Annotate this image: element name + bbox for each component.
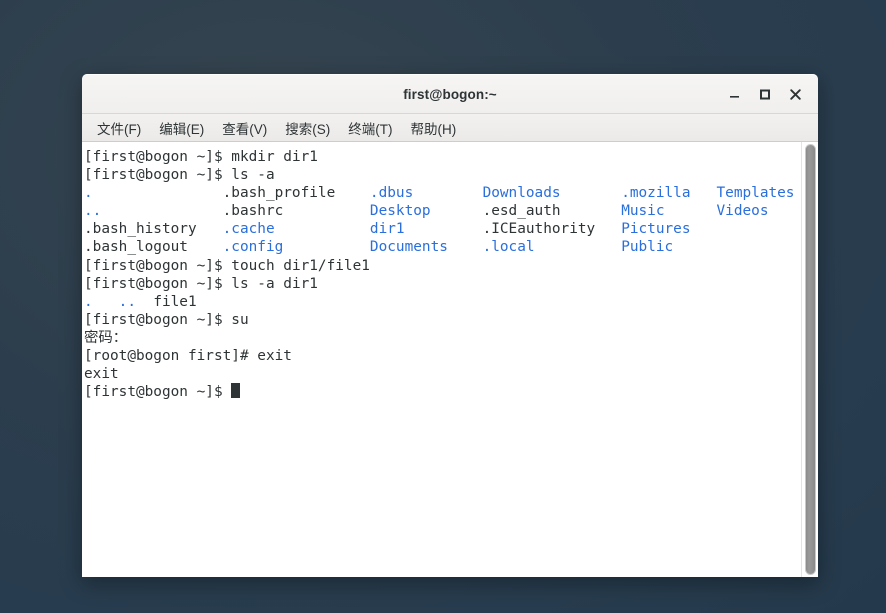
maximize-icon bbox=[759, 88, 771, 100]
terminal-line: . .. file1 bbox=[84, 293, 801, 311]
terminal-line: [first@bogon ~]$ ls -a bbox=[84, 166, 801, 184]
shell-output: exit bbox=[84, 366, 119, 382]
file-entry: Pictures bbox=[621, 221, 716, 237]
file-entry: .local bbox=[483, 239, 622, 255]
terminal-window: first@bogon:~ 文件(F) 编辑(E) 查看(V) 搜索( bbox=[82, 74, 818, 577]
shell-prompt: [first@bogon ~]$ bbox=[84, 258, 231, 274]
terminal-line: [first@bogon ~]$ touch dir1/file1 bbox=[84, 257, 801, 275]
file-entry: .. bbox=[84, 203, 223, 219]
scrollbar-thumb[interactable] bbox=[805, 144, 816, 575]
file-entry: .ICEauthority bbox=[483, 221, 622, 237]
shell-command: su bbox=[231, 312, 248, 328]
menu-edit[interactable]: 编辑(E) bbox=[150, 115, 213, 141]
file-entry: . bbox=[84, 294, 119, 310]
terminal-line: [first@bogon ~]$ mkdir dir1 bbox=[84, 148, 801, 166]
terminal-line: exit bbox=[84, 365, 801, 383]
file-entry: file1 bbox=[153, 294, 196, 310]
terminal-line: .bash_logout .config Documents .local Pu… bbox=[84, 238, 801, 256]
file-entry: .mozilla bbox=[621, 185, 716, 201]
file-entry: .esd_auth bbox=[483, 203, 622, 219]
file-entry: .bash_profile bbox=[223, 185, 370, 201]
shell-prompt: [first@bogon ~]$ bbox=[84, 167, 231, 183]
shell-output: 密码： bbox=[84, 330, 127, 346]
file-entry: Videos bbox=[717, 203, 769, 219]
menu-search[interactable]: 搜索(S) bbox=[276, 115, 339, 141]
file-entry: .bashrc bbox=[223, 203, 370, 219]
file-entry: .bash_logout bbox=[84, 239, 223, 255]
shell-prompt: [first@bogon ~]$ bbox=[84, 312, 231, 328]
close-button[interactable] bbox=[780, 79, 810, 109]
terminal-line: [first@bogon ~]$ su bbox=[84, 311, 801, 329]
terminal-line: .bash_history .cache dir1 .ICEauthority … bbox=[84, 220, 801, 238]
shell-prompt: [first@bogon ~]$ bbox=[84, 276, 231, 292]
minimize-icon bbox=[729, 88, 741, 100]
close-icon bbox=[789, 88, 802, 101]
file-entry: .config bbox=[223, 239, 370, 255]
window-title: first@bogon:~ bbox=[403, 87, 497, 102]
shell-prompt: [first@bogon ~]$ bbox=[84, 384, 231, 400]
menu-terminal[interactable]: 终端(T) bbox=[339, 115, 401, 141]
terminal-line: [first@bogon ~]$ ls -a dir1 bbox=[84, 275, 801, 293]
file-entry: .dbus bbox=[370, 185, 483, 201]
shell-command: ls -a dir1 bbox=[231, 276, 318, 292]
file-entry: . bbox=[84, 185, 223, 201]
file-entry: .cache bbox=[223, 221, 370, 237]
minimize-button[interactable] bbox=[720, 79, 750, 109]
file-entry: Public bbox=[621, 239, 716, 255]
shell-command: mkdir dir1 bbox=[231, 149, 318, 165]
file-entry: dir1 bbox=[370, 221, 483, 237]
shell-prompt: [first@bogon ~]$ bbox=[84, 149, 231, 165]
file-entry: .bash_history bbox=[84, 221, 223, 237]
terminal-body[interactable]: [first@bogon ~]$ mkdir dir1[first@bogon … bbox=[82, 142, 818, 577]
shell-command: exit bbox=[257, 348, 292, 364]
terminal-line: [first@bogon ~]$ bbox=[84, 383, 801, 401]
title-bar[interactable]: first@bogon:~ bbox=[82, 74, 818, 114]
file-entry: Downloads bbox=[483, 185, 622, 201]
menu-view[interactable]: 查看(V) bbox=[213, 115, 276, 141]
terminal-line: 密码： bbox=[84, 329, 801, 347]
window-controls bbox=[720, 75, 810, 113]
menu-file[interactable]: 文件(F) bbox=[88, 115, 150, 141]
terminal-output[interactable]: [first@bogon ~]$ mkdir dir1[first@bogon … bbox=[82, 142, 801, 577]
menu-bar: 文件(F) 编辑(E) 查看(V) 搜索(S) 终端(T) 帮助(H) bbox=[82, 114, 818, 142]
shell-prompt: [root@bogon first]# bbox=[84, 348, 257, 364]
file-entry: .. bbox=[119, 294, 154, 310]
file-entry: Desktop bbox=[370, 203, 483, 219]
file-entry: Templates bbox=[717, 185, 795, 201]
terminal-line: . .bash_profile .dbus Downloads .mozilla… bbox=[84, 184, 801, 202]
file-entry: Music bbox=[621, 203, 716, 219]
shell-command: ls -a bbox=[231, 167, 274, 183]
vertical-scrollbar[interactable] bbox=[801, 142, 818, 577]
file-entry: Documents bbox=[370, 239, 483, 255]
terminal-line: .. .bashrc Desktop .esd_auth Music Video… bbox=[84, 202, 801, 220]
menu-help[interactable]: 帮助(H) bbox=[402, 115, 466, 141]
text-cursor bbox=[231, 383, 240, 398]
shell-command: touch dir1/file1 bbox=[231, 258, 370, 274]
terminal-line: [root@bogon first]# exit bbox=[84, 347, 801, 365]
maximize-button[interactable] bbox=[750, 79, 780, 109]
